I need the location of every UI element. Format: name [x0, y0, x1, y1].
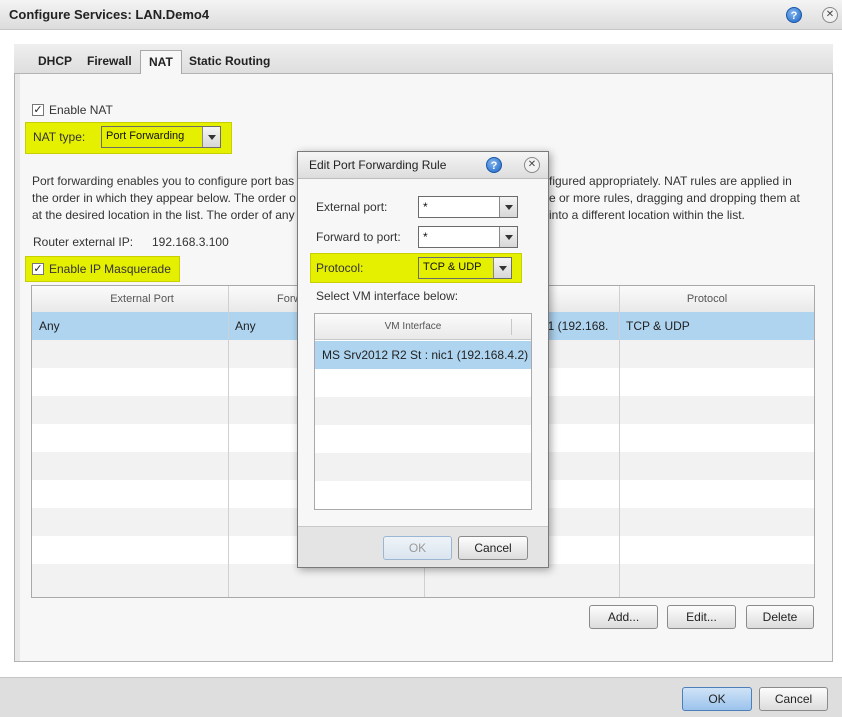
enable-nat-label: Enable NAT — [49, 103, 113, 117]
description-line1-left: Port forwarding enables you to configure… — [32, 174, 295, 188]
description-line3-right: into a different location within the lis… — [549, 208, 745, 222]
tab-dhcp[interactable]: DHCP — [30, 50, 80, 74]
close-icon[interactable]: ✕ — [524, 157, 540, 173]
chevron-down-icon — [202, 127, 220, 147]
masquerade-checkbox[interactable]: ✓ — [32, 263, 44, 275]
tab-firewall[interactable]: Firewall — [79, 50, 140, 74]
list-item — [315, 425, 531, 453]
column-divider — [619, 286, 620, 597]
external-port-combo[interactable]: * — [418, 196, 518, 218]
header-vm-interface[interactable]: VM Interface — [315, 321, 511, 332]
cell-forward-port: Any — [235, 319, 256, 333]
edit-rule-button[interactable]: Edit... — [667, 605, 736, 629]
nat-type-value: Port Forwarding — [106, 130, 185, 142]
vm-interface-table: VM Interface MS Srv2012 R2 St : nic1 (19… — [314, 313, 532, 510]
select-vm-label: Select VM interface below: — [316, 289, 459, 303]
chevron-down-icon — [499, 197, 517, 217]
table-row — [32, 564, 814, 597]
masquerade-label: Enable IP Masquerade — [49, 262, 171, 276]
chevron-down-icon — [493, 258, 511, 278]
external-port-label: External port: — [316, 200, 388, 214]
description-line2-right: e or more rules, dragging and dropping t… — [549, 191, 800, 205]
window-title: Configure Services: LAN.Demo4 — [9, 7, 210, 22]
nat-type-label: NAT type: — [33, 130, 86, 144]
help-icon[interactable]: ? — [786, 7, 802, 23]
tab-nat[interactable]: NAT — [140, 50, 182, 75]
header-protocol[interactable]: Protocol — [632, 293, 782, 305]
chevron-down-icon — [499, 227, 517, 247]
list-item[interactable]: MS Srv2012 R2 St : nic1 (192.168.4.2) — [315, 341, 531, 369]
router-ip-label: Router external IP: — [33, 235, 134, 249]
dialog-ok-button[interactable]: OK — [383, 536, 452, 560]
external-port-value: * — [423, 200, 428, 214]
forward-port-combo[interactable]: * — [418, 226, 518, 248]
dialog-title: Edit Port Forwarding Rule — [309, 158, 447, 172]
list-item — [315, 369, 531, 397]
nat-type-select[interactable]: Port Forwarding — [101, 126, 221, 148]
ok-button[interactable]: OK — [682, 687, 752, 711]
vm-interface-name: MS Srv2012 R2 St : nic1 (192.168.4.2) — [322, 348, 529, 362]
tab-static-routing[interactable]: Static Routing — [181, 50, 278, 74]
description-line1-right: figured appropriately. NAT rules are app… — [549, 174, 792, 188]
header-divider — [511, 319, 512, 335]
router-ip-value: 192.168.3.100 — [152, 235, 229, 249]
window-titlebar: Configure Services: LAN.Demo4 ? ✕ — [0, 0, 842, 30]
dialog-cancel-button[interactable]: Cancel — [458, 536, 528, 560]
cell-protocol: TCP & UDP — [626, 319, 690, 333]
protocol-label: Protocol: — [316, 261, 364, 275]
delete-rule-button[interactable]: Delete — [746, 605, 814, 629]
cell-vm-interface: ic1 (192.168. — [539, 319, 609, 333]
column-divider — [228, 286, 229, 597]
cell-external-port: Any — [39, 319, 60, 333]
enable-nat-checkbox[interactable]: ✓ — [32, 104, 44, 116]
close-icon[interactable]: ✕ — [822, 7, 838, 23]
help-icon[interactable]: ? — [486, 157, 502, 173]
header-external-port[interactable]: External Port — [72, 293, 212, 305]
protocol-value: TCP & UDP — [423, 261, 482, 273]
list-item — [315, 453, 531, 481]
add-rule-button[interactable]: Add... — [589, 605, 658, 629]
list-item — [315, 397, 531, 425]
protocol-select[interactable]: TCP & UDP — [418, 257, 512, 279]
forward-port-value: * — [423, 230, 428, 244]
forward-port-label: Forward to port: — [316, 230, 401, 244]
cancel-button[interactable]: Cancel — [759, 687, 828, 711]
list-item — [315, 481, 531, 509]
